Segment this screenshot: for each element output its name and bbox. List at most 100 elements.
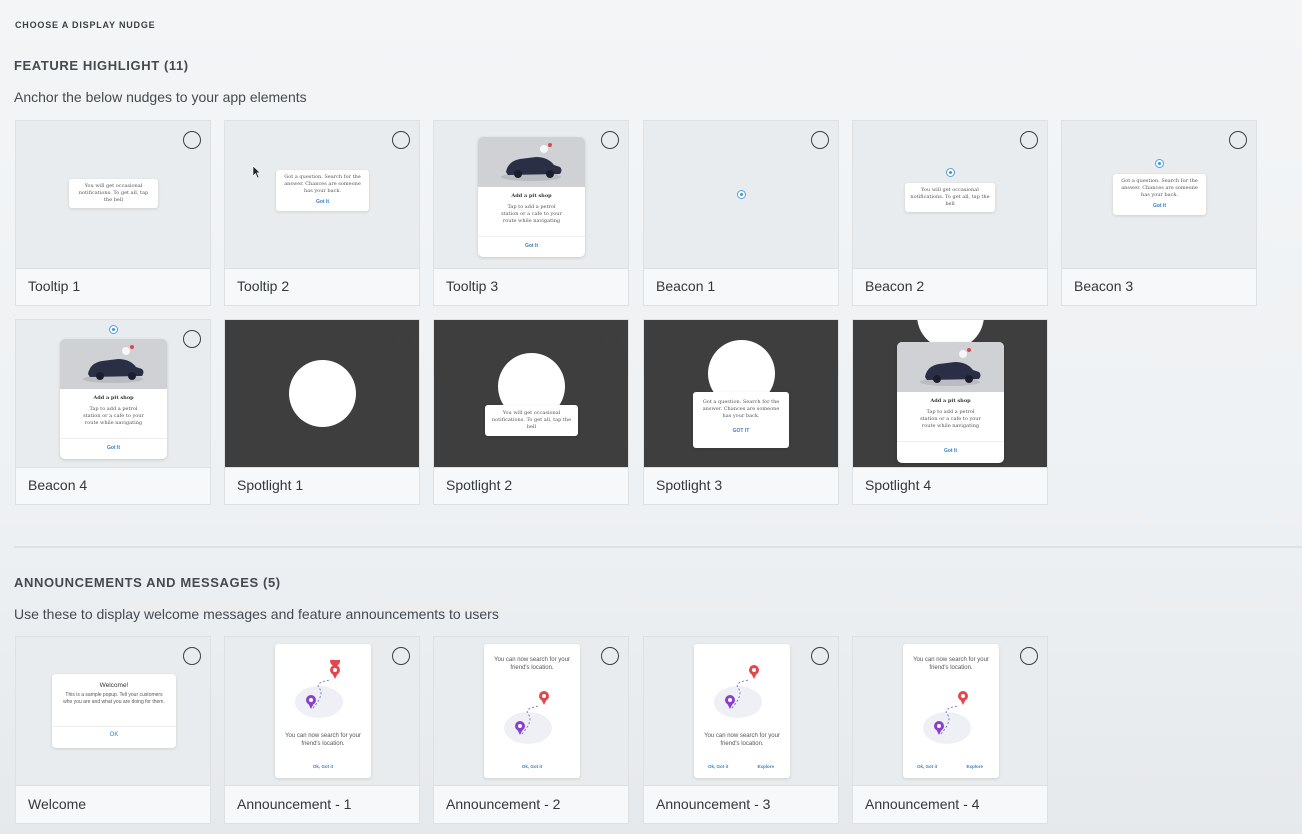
nudge-preview: Add a pit shop Tap to add a petrol stati…	[16, 320, 210, 468]
nudge-preview: You can now search for your friend's loc…	[853, 637, 1047, 786]
map-pin-icon	[504, 691, 552, 744]
radio-unchecked-icon[interactable]	[392, 131, 410, 149]
announcement-phone: You can now search for your friend's loc…	[484, 644, 580, 778]
nudge-card-label: Announcement - 1	[237, 796, 352, 812]
nudge-card-label: Welcome	[28, 796, 87, 812]
nudge-card-announcement-4[interactable]: You can now search for your friend's loc…	[852, 636, 1048, 824]
nudge-card-label: Spotlight 1	[237, 477, 304, 493]
radio-unchecked-icon[interactable]	[1020, 131, 1038, 149]
tooltip-text: Got a question. Search for the answer. C…	[702, 399, 780, 419]
nudge-card-spotlight-4[interactable]: Add a pit shop Tap to add a petrol stati…	[852, 319, 1048, 505]
radio-unchecked-icon[interactable]	[183, 647, 201, 665]
tooltip-box: You will get occasional notifications. T…	[69, 179, 158, 208]
tooltip-text: Got a question. Search for the answer. C…	[284, 174, 361, 194]
nudge-card-spotlight-3[interactable]: Got a question. Search for the answer. C…	[643, 319, 839, 505]
nudge-card-beacon-2[interactable]: You will get occasional notifications. T…	[852, 120, 1048, 306]
nudge-preview: You will get occasional notifications. T…	[16, 121, 210, 269]
radio-unchecked-icon[interactable]	[1229, 131, 1247, 149]
nudge-card-label: Beacon 2	[865, 278, 925, 294]
radio-unchecked-icon[interactable]	[601, 131, 619, 149]
car-illustration-icon	[897, 342, 1004, 392]
section-title-feature-highlight: FEATURE HIGHLIGHT (11)	[14, 58, 189, 73]
nudge-card-beacon-4[interactable]: Add a pit shop Tap to add a petrol stati…	[15, 319, 211, 505]
nudge-preview: You can now search for your friend's loc…	[225, 637, 419, 786]
nudge-preview	[225, 320, 419, 468]
nudge-card-announcement-3[interactable]: You can now search for your friend's loc…	[643, 636, 839, 824]
nudge-card-spotlight-1[interactable]: Spotlight 1	[224, 319, 420, 505]
announcement-phone: You can now search for your friend's loc…	[275, 644, 371, 778]
nudge-card-label: Beacon 3	[1074, 278, 1134, 294]
tooltip-image-card: Add a pit shop Tap to add a petrol stati…	[60, 339, 167, 459]
radio-unchecked-icon[interactable]	[601, 647, 619, 665]
nudge-card-label: Beacon 4	[28, 477, 88, 493]
tooltip-action: Got It	[315, 199, 330, 205]
tooltip-image-card: Add a pit shop Tap to add a petrol stati…	[478, 137, 585, 257]
nudge-preview: You will get occasional notifications. T…	[853, 121, 1047, 269]
spotlight-circle	[289, 360, 356, 427]
welcome-title: Welcome!	[99, 682, 129, 689]
nudge-card-announcement-1[interactable]: You can now search for your friend's loc…	[224, 636, 420, 824]
radio-unchecked-icon[interactable]	[811, 647, 829, 665]
nudge-preview	[644, 121, 838, 269]
nudge-card-welcome[interactable]: Welcome! This is a sample popup. Tell yo…	[15, 636, 211, 824]
section-divider	[14, 546, 1302, 548]
announcement-phone: You can now search for your friend's loc…	[694, 644, 790, 778]
announcement-text: You can now search for your friend's loc…	[704, 733, 780, 747]
nudge-card-tooltip-3[interactable]: Add a pit shop Tap to add a petrol stati…	[433, 120, 629, 306]
section-description-announcements: Use these to display welcome messages an…	[14, 606, 499, 622]
nudge-card-label: Spotlight 3	[656, 477, 723, 493]
radio-unchecked-icon[interactable]	[1020, 647, 1038, 665]
announcement-action: Ok, Got it	[708, 764, 729, 769]
tooltip-action: Got It	[943, 448, 958, 454]
beacon-dot-icon	[109, 325, 118, 334]
tooltip-action: GOT IT	[732, 428, 750, 434]
nudge-card-label: Announcement - 4	[865, 796, 980, 812]
tooltip-text: Tap to add a petrol station or a cafe to…	[501, 204, 562, 224]
nudge-card-tooltip-1[interactable]: You will get occasional notifications. T…	[15, 120, 211, 306]
radio-unchecked-icon[interactable]	[811, 131, 829, 149]
car-illustration-icon	[478, 137, 585, 187]
tooltip-box: Got a question. Search for the answer. C…	[276, 170, 369, 211]
announcement-action-secondary: Explore	[757, 764, 774, 769]
tooltip-text: Tap to add a petrol station or a cafe to…	[920, 409, 981, 429]
tooltip-box: Got a question. Search for the answer. C…	[693, 392, 789, 448]
nudge-card-label: Tooltip 1	[28, 278, 81, 294]
map-pin-icon	[295, 660, 343, 718]
welcome-action: OK	[109, 732, 119, 738]
tooltip-text: Got a question. Search for the answer. C…	[1121, 178, 1198, 198]
nudge-card-tooltip-2[interactable]: Got a question. Search for the answer. C…	[224, 120, 420, 306]
page-title: CHOOSE A DISPLAY NUDGE	[15, 20, 156, 30]
beacon-dot-icon	[946, 168, 955, 177]
nudge-preview: You will get occasional notifications. T…	[434, 320, 628, 468]
announcement-phone: You can now search for your friend's loc…	[903, 644, 999, 778]
nudge-card-beacon-3[interactable]: Got a question. Search for the answer. C…	[1061, 120, 1257, 306]
car-illustration-icon	[60, 339, 167, 389]
nudge-preview: Add a pit shop Tap to add a petrol stati…	[434, 121, 628, 269]
map-pin-icon	[923, 691, 971, 744]
nudge-preview: Got a question. Search for the answer. C…	[644, 320, 838, 468]
nudge-card-beacon-1[interactable]: Beacon 1	[643, 120, 839, 306]
announcement-text: You can now search for your friend's loc…	[494, 657, 570, 671]
radio-unchecked-icon[interactable]	[392, 647, 410, 665]
nudge-card-label: Spotlight 4	[865, 477, 932, 493]
welcome-text: This is a sample popup. Tell your custom…	[63, 692, 165, 705]
radio-unchecked-icon[interactable]	[811, 330, 829, 348]
nudge-card-label: Announcement - 3	[656, 796, 771, 812]
announcement-action: Ok, Got it	[521, 764, 543, 769]
radio-unchecked-icon[interactable]	[392, 330, 410, 348]
radio-unchecked-icon[interactable]	[183, 330, 201, 348]
nudge-card-announcement-2[interactable]: You can now search for your friend's loc…	[433, 636, 629, 824]
tooltip-box: Got a question. Search for the answer. C…	[1113, 174, 1206, 215]
nudge-card-label: Announcement - 2	[446, 796, 561, 812]
radio-unchecked-icon[interactable]	[601, 330, 619, 348]
tooltip-title: Add a pit shop	[930, 398, 971, 404]
tooltip-text: You will get occasional notifications. T…	[910, 187, 990, 207]
radio-unchecked-icon[interactable]	[1020, 330, 1038, 348]
tooltip-box: You will get occasional notifications. T…	[905, 183, 995, 212]
nudge-card-spotlight-2[interactable]: You will get occasional notifications. T…	[433, 319, 629, 505]
tooltip-box: You will get occasional notifications. T…	[485, 405, 578, 436]
map-pin-icon	[714, 665, 762, 718]
tooltip-text: You will get occasional notifications. T…	[78, 183, 149, 203]
section-title-announcements: ANNOUNCEMENTS AND MESSAGES (5)	[14, 575, 281, 590]
radio-unchecked-icon[interactable]	[183, 131, 201, 149]
